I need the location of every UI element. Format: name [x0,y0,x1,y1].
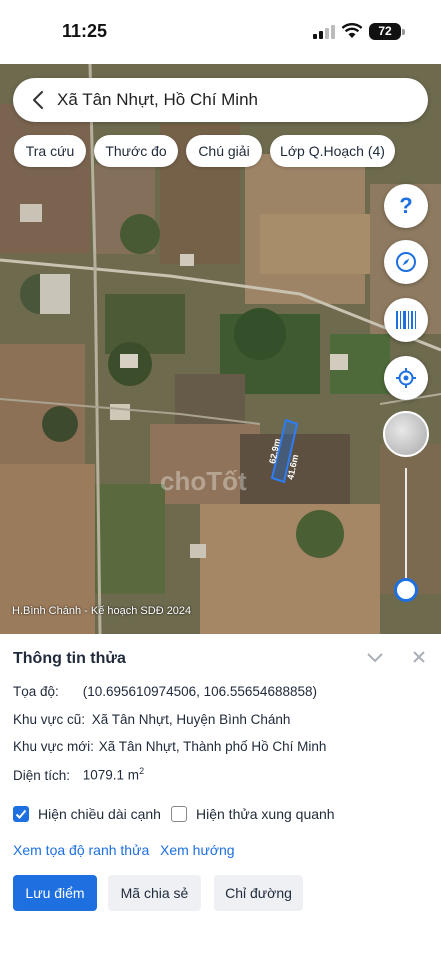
back-arrow-icon[interactable] [27,88,51,112]
barcode-scan-button[interactable] [384,298,428,342]
location-title: Xã Tân Nhựt, Hồ Chí Minh [57,90,258,109]
area-size-value: 1079.1 m [82,767,140,783]
area-size-row: Diện tích: 1079.1 m2 [13,766,144,783]
new-area-row: Khu vực mới: Xã Tân Nhựt, Thành phố Hồ C… [13,739,326,754]
base-layer-toggle[interactable] [383,411,429,457]
show-neighbor-parcels-checkbox[interactable] [171,806,187,822]
help-icon: ? [399,193,413,218]
wifi-icon [341,23,363,38]
share-code-button[interactable]: Mã chia sẻ [108,875,201,911]
chip-measure[interactable]: Thước đo [94,135,178,167]
map-layer-caption: H.Bình Chánh - Kế hoạch SDĐ 2024 [12,605,192,617]
battery-tip [402,29,405,35]
compass-icon [396,252,416,272]
chip-lookup[interactable]: Tra cứu [14,135,86,167]
opacity-slider-track[interactable] [405,468,407,586]
show-edge-length-checkbox[interactable] [13,806,29,822]
old-area-label: Khu vực cũ: [13,712,86,727]
compass-button[interactable] [384,240,428,284]
parcel-info-panel: Thông tin thửa Tọa độ: (10.695610974506,… [0,634,441,960]
panel-title: Thông tin thửa [13,650,126,667]
opacity-slider-handle[interactable] [394,578,418,602]
chip-planning-layers[interactable]: Lớp Q.Hoạch (4) [270,135,395,167]
show-edge-length-label[interactable]: Hiện chiều dài cạnh [38,806,161,822]
old-area-row: Khu vực cũ: Xã Tân Nhựt, Huyện Bình Chán… [13,712,290,727]
chevron-down-icon[interactable] [366,650,384,664]
new-area-label: Khu vực mới: [13,739,94,754]
locate-crosshair-icon [396,368,416,388]
new-area-value: Xã Tân Nhựt, Thành phố Hồ Chí Minh [98,739,327,754]
show-neighbor-parcels-label[interactable]: Hiện thửa xung quanh [196,806,335,822]
watermark: choTốt [160,466,247,496]
location-search-bar[interactable]: Xã Tân Nhựt, Hồ Chí Minh [13,78,428,122]
close-icon[interactable] [411,649,427,665]
battery-indicator: 72 [369,23,401,40]
barcode-icon [396,311,416,329]
status-time: 11:25 [62,21,108,41]
area-size-label: Diện tích: [13,767,71,783]
cellular-signal-icon [313,25,335,39]
area-unit-exponent: 2 [139,766,145,776]
help-button[interactable]: ? [384,184,428,228]
chip-legend[interactable]: Chú giải [186,135,262,167]
directions-button[interactable]: Chỉ đường [214,875,303,911]
coordinates-value: (10.695610974506, 106.55654688858) [82,684,317,699]
view-direction-link[interactable]: Xem hướng [160,842,235,858]
map-view[interactable]: 62.9m 41.6m choTốt Xã Tân Nhựt, Hồ Chí M… [0,64,441,634]
save-point-button[interactable]: Lưu điểm [13,875,97,911]
view-boundary-coords-link[interactable]: Xem tọa độ ranh thửa [13,842,149,858]
status-bar: 11:25 72 [0,0,441,64]
coordinates-label: Tọa độ: [13,684,59,699]
checkmark-icon [15,809,27,819]
coordinates-row: Tọa độ: (10.695610974506, 106.5565468885… [13,684,317,699]
old-area-value: Xã Tân Nhựt, Huyện Bình Chánh [91,712,291,727]
my-location-button[interactable] [384,356,428,400]
